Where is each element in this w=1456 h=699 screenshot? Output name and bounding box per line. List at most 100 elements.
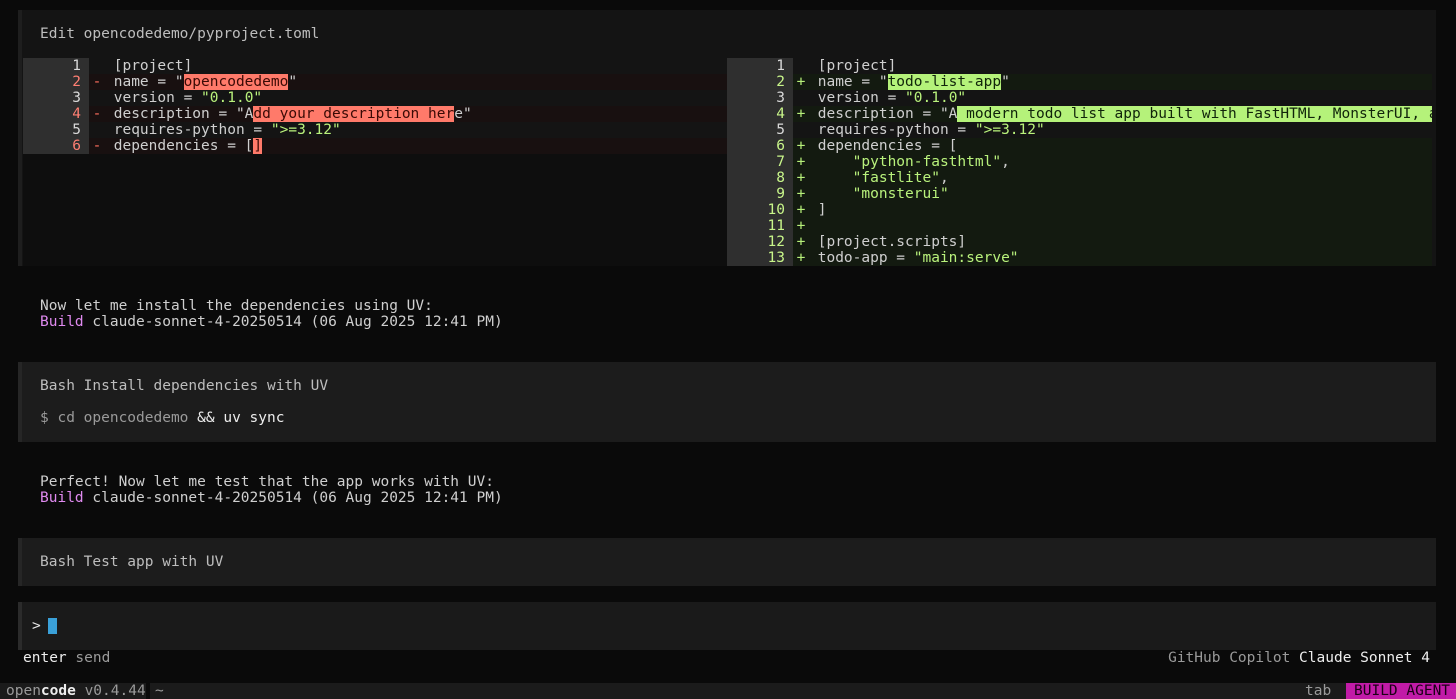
- code-text: todo-app = "main:serve": [809, 250, 1432, 266]
- code-text: name = "todo-list-app": [809, 74, 1432, 90]
- enter-key: enter: [23, 650, 67, 666]
- provider-name: GitHub Copilot: [1168, 650, 1300, 666]
- code-str: "0.1.0": [905, 90, 967, 106]
- agent-label: Build: [40, 314, 84, 330]
- code-post: ,: [939, 170, 949, 186]
- bash-title-2: Bash Test app with UV: [40, 554, 224, 570]
- diff-left-empty: [23, 154, 727, 266]
- code-text: requires-python = ">=3.12": [809, 122, 1432, 138]
- diff-marker: +: [796, 170, 806, 186]
- code-pre: todo-app =: [817, 250, 914, 266]
- code-t: ]: [817, 202, 827, 218]
- diff-row: 10 + ]: [727, 202, 1432, 218]
- line-number: 13: [727, 250, 793, 266]
- line-number: 1: [727, 58, 793, 74]
- diff-marker: -: [92, 74, 102, 90]
- line-number: 5: [727, 122, 793, 138]
- diff-marker: -: [92, 138, 102, 154]
- code-t: [project]: [817, 58, 897, 74]
- model-name: Claude Sonnet 4: [1299, 650, 1430, 666]
- bash-command-1: $ cd opencodedemo && uv sync: [40, 410, 284, 426]
- bash-title-1: Bash Install dependencies with UV: [40, 378, 329, 394]
- send-action: send: [66, 650, 111, 666]
- code-hl: dd your description her: [253, 106, 455, 122]
- code-pre: name = ": [817, 74, 888, 90]
- code-text: version = "0.1.0": [105, 90, 727, 106]
- diff-marker: +: [796, 234, 806, 250]
- diff-row: 6 + dependencies = [: [727, 138, 1432, 154]
- code-pre: description = "A: [817, 106, 958, 122]
- diff-row: 3 version = "0.1.0": [727, 90, 1432, 106]
- code-pre: [818, 170, 853, 186]
- status-divider: [146, 683, 150, 699]
- command-text: $ cd opencodedemo: [40, 410, 198, 426]
- code-pre: [818, 154, 853, 170]
- code-pre: version =: [113, 90, 202, 106]
- code-text: ]: [809, 202, 1432, 218]
- code-str: "monsterui": [852, 186, 949, 202]
- code-text: requires-python = ">=3.12": [105, 122, 727, 138]
- message-meta-1: Build claude-sonnet-4-20250514 (06 Aug 2…: [40, 314, 503, 330]
- diff-row: 3 version = "0.1.0": [23, 90, 727, 106]
- current-path: ~: [155, 683, 164, 699]
- diff-row: 1 [project]: [23, 58, 727, 74]
- bash-tool-panel-1: [18, 362, 1436, 442]
- diff-marker: +: [796, 250, 806, 266]
- code-text: name = "opencodedemo": [105, 74, 727, 90]
- code-text: "python-fasthtml",: [809, 154, 1432, 170]
- code-pre: dependencies = [: [113, 138, 254, 154]
- code-str: "fastlite": [852, 170, 940, 186]
- diff-marker: +: [796, 106, 806, 122]
- code-text: version = "0.1.0": [809, 90, 1432, 106]
- assistant-message-1: Now let me install the dependencies usin…: [40, 298, 433, 314]
- diff-row: 8 + "fastlite",: [727, 170, 1432, 186]
- code-post: ": [1001, 74, 1010, 90]
- brand-open: open: [6, 683, 41, 699]
- diff-row: 6- dependencies = []: [23, 138, 727, 154]
- agent-label: Build: [40, 490, 84, 506]
- diff-marker: [793, 58, 809, 74]
- diff-marker: +: [796, 202, 806, 218]
- code-str: "python-fasthtml": [852, 154, 1002, 170]
- diff-marker: +: [796, 74, 806, 90]
- send-hint: enter send: [23, 650, 110, 666]
- command-args: uv sync: [214, 410, 285, 426]
- code-pre: requires-python =: [113, 122, 271, 138]
- line-number: 6: [727, 138, 793, 154]
- line-number: 2: [23, 74, 89, 90]
- code-post: ,: [1001, 154, 1010, 170]
- line-number: 6: [23, 138, 89, 154]
- line-number: 3: [23, 90, 89, 106]
- model-timestamp: claude-sonnet-4-20250514 (06 Aug 2025 12…: [92, 490, 503, 506]
- bash-tool-panel-2: [18, 538, 1436, 586]
- code-str: "0.1.0": [201, 90, 263, 106]
- diff-marker: [793, 90, 809, 106]
- diff-row: 1 [project]: [727, 58, 1432, 74]
- code-post: ": [288, 74, 298, 90]
- diff-marker: +: [796, 154, 806, 170]
- tab-hint[interactable]: tab: [1305, 683, 1331, 699]
- prompt-symbol: >: [32, 618, 41, 634]
- code-text: description = "A modern todo list app bu…: [809, 106, 1432, 122]
- prompt-input[interactable]: [18, 602, 1436, 650]
- line-number: 9: [727, 186, 793, 202]
- app-version: opencode v0.4.44: [6, 683, 146, 699]
- code-hl: todo-list-app: [887, 74, 1002, 90]
- diff-row: 9 + "monsterui": [727, 186, 1432, 202]
- edit-title: Edit opencodedemo/pyproject.toml: [40, 26, 320, 42]
- diff-marker: -: [92, 106, 102, 122]
- assistant-message-2: Perfect! Now let me test that the app wo…: [40, 474, 494, 490]
- line-number: 7: [727, 154, 793, 170]
- status-bar: [0, 683, 1456, 699]
- code-str: ">=3.12": [974, 122, 1045, 138]
- code-text: "fastlite",: [809, 170, 1432, 186]
- code-text: [project.scripts]: [809, 234, 1432, 250]
- code-text: "monsterui": [809, 186, 1432, 202]
- line-number: 4: [23, 106, 89, 122]
- line-number: 3: [727, 90, 793, 106]
- model-indicator[interactable]: GitHub Copilot Claude Sonnet 4: [1168, 650, 1430, 666]
- code-hl: ]: [253, 138, 263, 154]
- message-meta-2: Build claude-sonnet-4-20250514 (06 Aug 2…: [40, 490, 503, 506]
- line-number: 5: [23, 122, 89, 138]
